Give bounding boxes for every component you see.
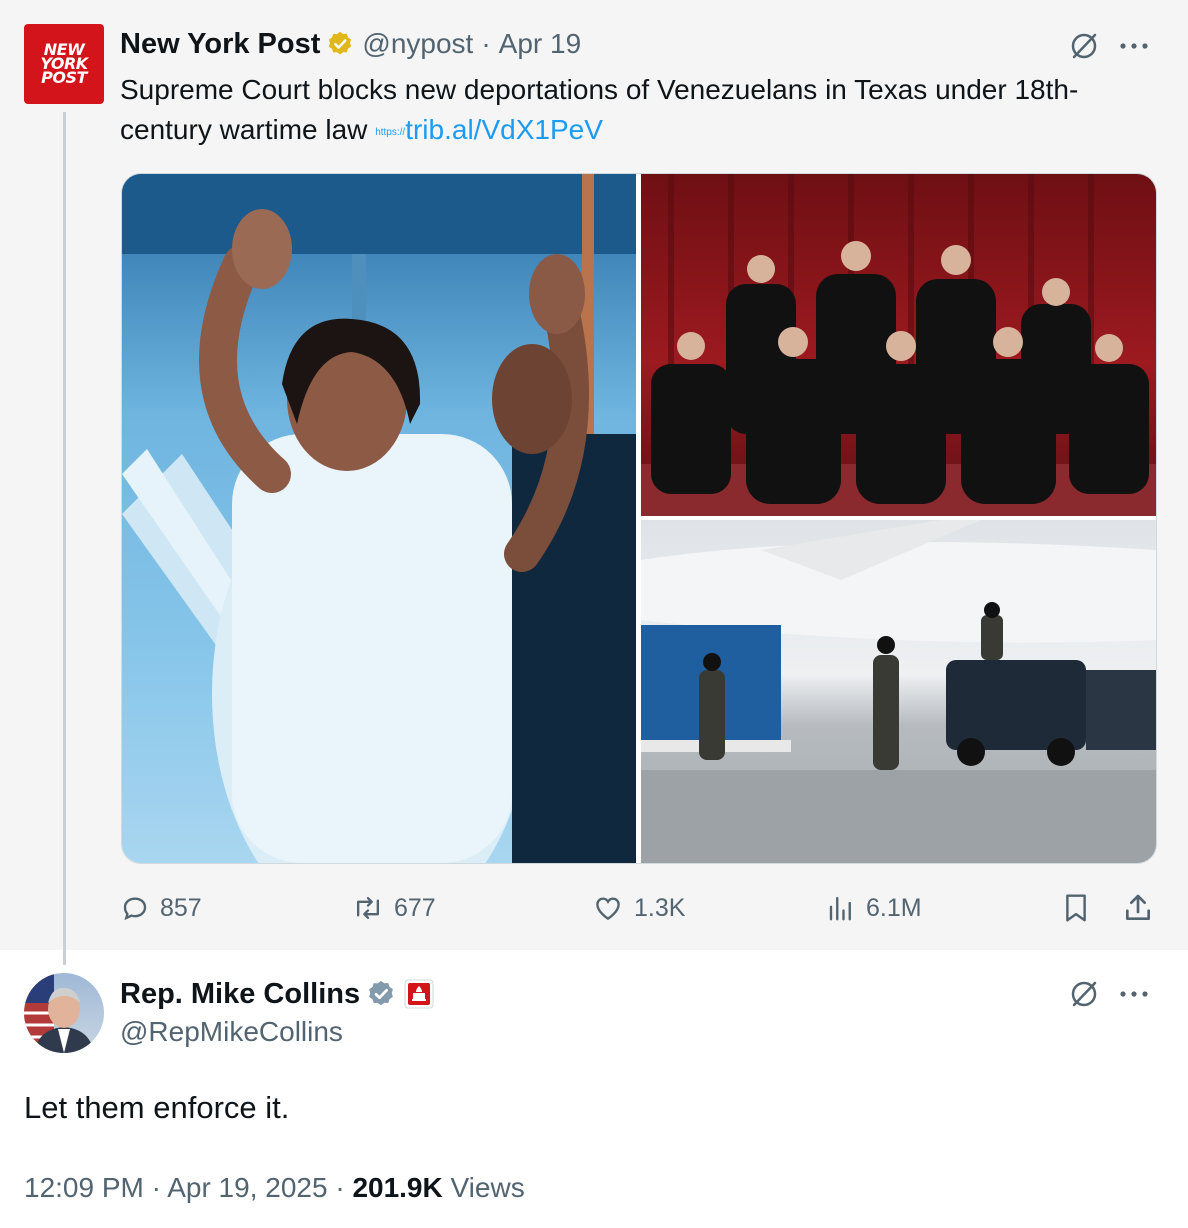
reply-author-name[interactable]: Rep. Mike Collins xyxy=(120,978,360,1011)
tweet-metadata: 12:09 PM · Apr 19, 2025 · 201.9K Views xyxy=(24,1172,525,1204)
views-label: Views xyxy=(450,1172,525,1203)
repost-count: 677 xyxy=(394,893,436,922)
airport-security-photo[interactable] xyxy=(641,520,1156,863)
thread-line xyxy=(63,112,66,965)
more-icon[interactable] xyxy=(1114,28,1154,64)
link-prefix[interactable]: https:// xyxy=(375,127,405,138)
like-icon xyxy=(596,897,620,921)
meta-separator: · xyxy=(481,28,491,59)
views-button[interactable]: 6.1M xyxy=(826,888,922,928)
more-icon[interactable] xyxy=(1114,976,1154,1012)
meta-separator: · xyxy=(335,1172,345,1203)
grok-icon[interactable] xyxy=(1066,976,1102,1012)
author-name[interactable]: New York Post xyxy=(120,28,320,61)
parent-tweet[interactable]: NEW YORK POST New York Post @nypost · Ap… xyxy=(0,0,1188,965)
author-handle[interactable]: @nypost xyxy=(362,28,473,60)
meta-separator: · xyxy=(151,1172,161,1203)
tweet-link[interactable]: trib.al/VdX1PeV xyxy=(405,114,603,145)
reply-tweet-text: Let them enforce it. xyxy=(24,1090,290,1125)
repost-button[interactable]: 677 xyxy=(352,888,436,928)
logo-line-3: POST xyxy=(41,68,87,87)
views-count: 6.1M xyxy=(866,893,922,922)
reply-tweet-header: Rep. Mike Collins xyxy=(120,976,434,1012)
nypost-avatar[interactable]: NEW YORK POST xyxy=(24,24,104,104)
share-icon[interactable] xyxy=(1120,890,1156,926)
views-icon xyxy=(829,896,851,921)
tweet-time[interactable]: 12:09 PM xyxy=(24,1172,144,1203)
views-total[interactable]: 201.9K xyxy=(352,1172,442,1203)
media-grid xyxy=(121,173,1157,864)
verified-gray-icon[interactable] xyxy=(366,979,396,1009)
parent-tweet-text: Supreme Court blocks new deportations of… xyxy=(120,70,1130,153)
bookmark-icon[interactable] xyxy=(1058,890,1094,926)
parent-tweet-header: New York Post @nypost · Apr 19 xyxy=(120,26,581,62)
verified-gold-icon[interactable] xyxy=(326,30,354,58)
reply-icon xyxy=(123,897,147,921)
supreme-court-justices-photo[interactable] xyxy=(641,174,1156,516)
parent-tweet-actions: 857 677 1.3K 6.1M xyxy=(120,888,1160,928)
like-count: 1.3K xyxy=(634,893,686,922)
tweet-date[interactable]: Apr 19 xyxy=(499,28,582,60)
grok-icon[interactable] xyxy=(1066,28,1102,64)
waving-man-photo[interactable] xyxy=(122,174,636,863)
reply-count: 857 xyxy=(160,893,202,922)
tweet-full-date[interactable]: Apr 19, 2025 xyxy=(167,1172,327,1203)
like-button[interactable]: 1.3K xyxy=(592,888,685,928)
capitol-affiliate-icon[interactable] xyxy=(404,979,434,1009)
repost-icon xyxy=(356,896,380,920)
reply-author-handle[interactable]: @RepMikeCollins xyxy=(120,1016,343,1048)
reply-button[interactable]: 857 xyxy=(120,888,202,928)
avatar[interactable] xyxy=(24,973,104,1053)
